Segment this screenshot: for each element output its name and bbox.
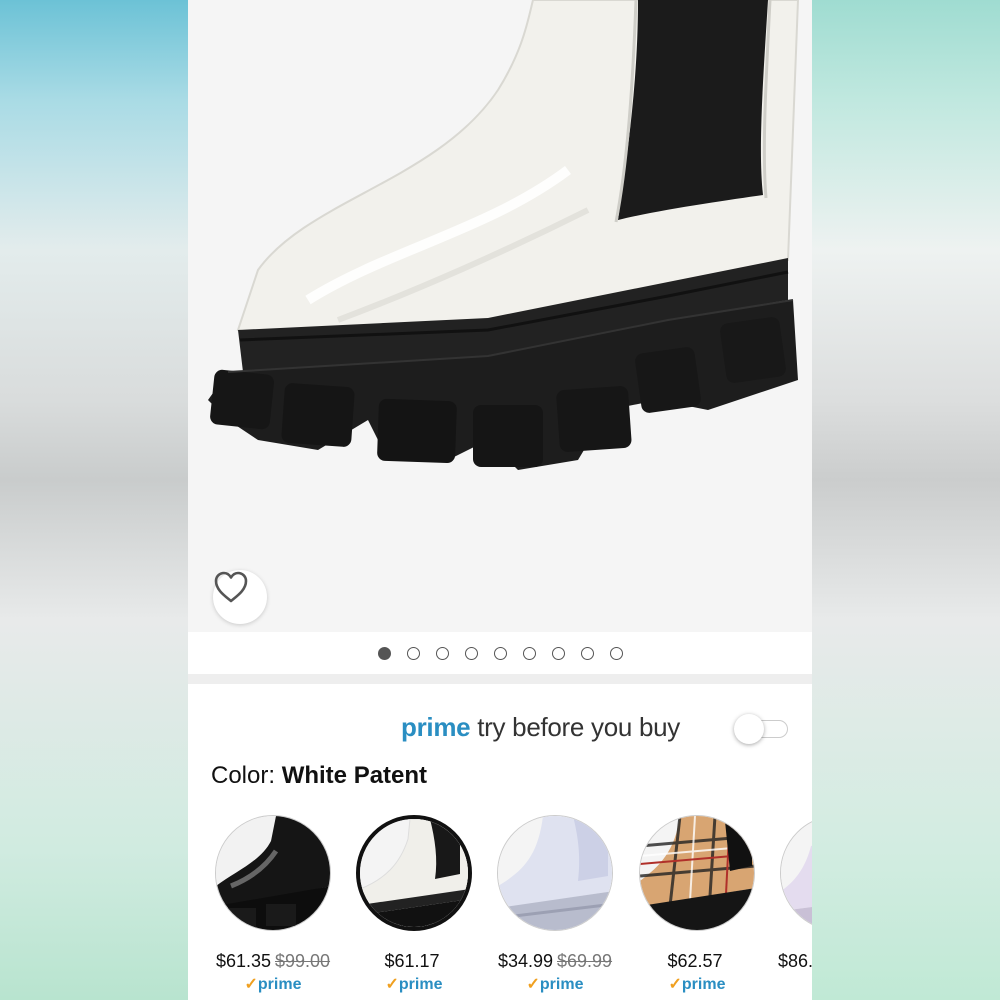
pager-dot[interactable] xyxy=(435,646,449,660)
swatch-image xyxy=(497,815,613,931)
pager-dot[interactable] xyxy=(551,646,565,660)
swatch-price: $62.57 xyxy=(667,951,723,971)
pager-dot[interactable] xyxy=(580,646,594,660)
prime-badge: ✓prime xyxy=(385,976,443,993)
prime-try-label: prime try before you buy xyxy=(401,712,680,743)
image-pager xyxy=(188,632,812,674)
section-divider xyxy=(188,674,812,684)
swatch-price: $34.99 $69.99 xyxy=(497,951,613,971)
swatch-image xyxy=(780,815,812,931)
pager-dot[interactable] xyxy=(377,646,391,660)
pager-dot[interactable] xyxy=(406,646,420,660)
swatch-list-price: $99.00 xyxy=(275,951,331,971)
swatch-image xyxy=(356,815,472,931)
product-page: prime try before you buy Color: White Pa… xyxy=(188,0,812,1000)
check-icon: ✓ xyxy=(526,976,540,993)
swatch-price: $86. xyxy=(778,951,812,971)
swatch-price: $61.17 xyxy=(384,951,440,971)
heart-outline-icon xyxy=(214,571,248,603)
pager-dot[interactable] xyxy=(609,646,623,660)
toggle-knob xyxy=(734,714,764,744)
boot-image xyxy=(208,0,800,470)
prime-try-before-you-buy: prime try before you buy xyxy=(188,706,812,750)
prime-badge: ✓prime xyxy=(526,976,584,993)
color-swatch[interactable]: $61.35 $99.00 ✓prime xyxy=(213,815,333,994)
color-swatch-list: $61.35 $99.00 ✓prime $61.17 ✓prime $34.9… xyxy=(188,815,812,1000)
wishlist-button[interactable] xyxy=(213,570,267,624)
product-image[interactable] xyxy=(188,0,812,632)
prime-badge: ✓prime xyxy=(668,976,726,993)
color-swatch[interactable]: $86. xyxy=(778,815,812,972)
prime-try-toggle[interactable] xyxy=(734,714,790,744)
swatch-list-price: $69.99 xyxy=(557,951,613,971)
color-label: Color: xyxy=(211,762,276,789)
prime-badge: ✓prime xyxy=(244,976,302,993)
swatch-image xyxy=(215,815,331,931)
color-swatch[interactable]: $62.57 ✓prime xyxy=(637,815,757,994)
check-icon: ✓ xyxy=(244,976,258,993)
prime-try-text: try before you buy xyxy=(477,712,680,742)
swatch-price: $61.35 $99.00 xyxy=(215,951,331,971)
check-icon: ✓ xyxy=(385,976,399,993)
swatch-image xyxy=(639,815,755,931)
pager-dot[interactable] xyxy=(493,646,507,660)
selected-color-name: White Patent xyxy=(281,762,428,789)
background-left xyxy=(0,0,188,1000)
color-selector-label: Color: White Patent xyxy=(211,762,427,790)
check-icon: ✓ xyxy=(668,976,682,993)
prime-brand: prime xyxy=(401,712,471,742)
pager-dot[interactable] xyxy=(464,646,478,660)
pager-dot[interactable] xyxy=(522,646,536,660)
color-swatch[interactable]: $34.99 $69.99 ✓prime xyxy=(495,815,615,994)
background-right xyxy=(812,0,1000,1000)
color-swatch[interactable]: $61.17 ✓prime xyxy=(354,815,474,994)
